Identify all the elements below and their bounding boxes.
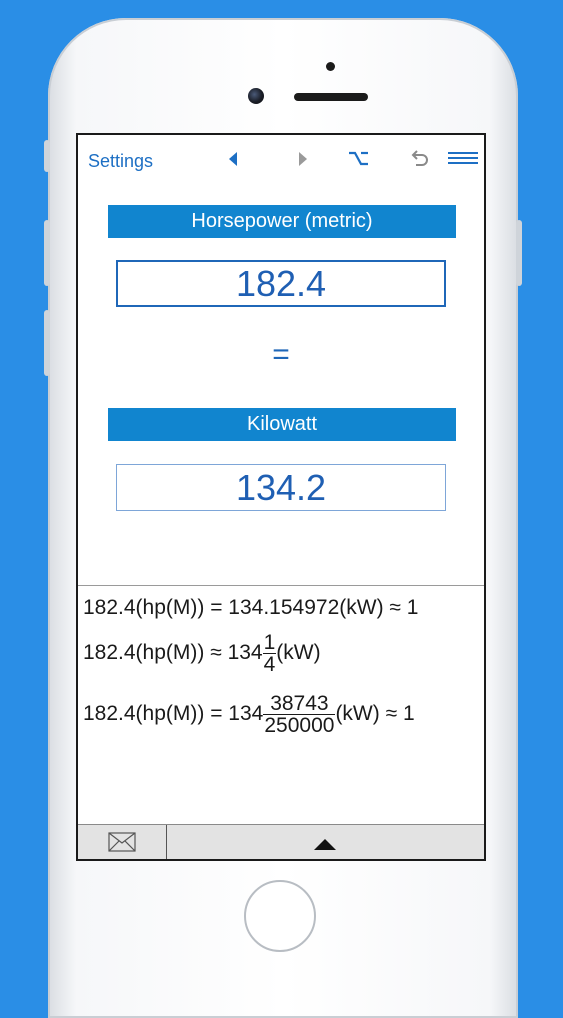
volume-down-button [44,310,50,376]
fraction-numerator: 38743 [270,692,329,715]
back-arrow-icon[interactable] [226,147,240,176]
sensor-dot [326,62,335,71]
mail-icon[interactable] [108,832,136,857]
earpiece-speaker [294,93,368,101]
result-exact-fraction: 182.4(hp(M)) = 134 38743 250000 (kW) ≈ 1 [83,693,415,736]
result-simple-fraction: 182.4(hp(M)) ≈ 134 1 4 (kW) [83,632,321,675]
result-exact-suffix: (kW) ≈ 1 [335,702,415,726]
settings-button[interactable]: Settings [88,151,153,172]
result-fraction-prefix: 182.4(hp(M)) ≈ 134 [83,641,263,665]
bottom-bar [78,824,484,859]
results-divider [78,585,484,586]
from-value-field[interactable]: 182.4 [116,260,446,307]
fraction-one-quarter: 14 [262,631,277,676]
result-fraction-unit: (kW) [276,641,321,665]
menu-icon[interactable] [448,147,478,176]
front-camera [248,88,264,104]
fraction-denominator: 4 [262,653,277,676]
expand-up-icon[interactable] [314,837,336,855]
home-button[interactable] [244,880,316,952]
volume-up-button [44,220,50,286]
option-key-icon[interactable] [348,147,370,176]
fraction-numerator: 1 [263,631,276,654]
equals-sign: = [272,338,290,371]
undo-icon[interactable] [408,147,430,176]
from-unit-header[interactable]: Horsepower (metric) [108,205,456,238]
bottom-bar-separator [166,825,167,859]
toolbar: Settings [78,135,484,187]
to-unit-header[interactable]: Kilowatt [108,408,456,441]
forward-arrow-icon[interactable] [296,147,310,176]
ringer-switch [44,140,50,172]
result-exact-prefix: 182.4(hp(M)) = 134 [83,702,264,726]
fraction-denominator: 250000 [263,714,336,737]
app-screen: Settings Horsepower (metric) 182.4 = Kil… [76,133,486,861]
to-value-field[interactable]: 134.2 [116,464,446,511]
result-decimal: 182.4(hp(M)) = 134.154972(kW) ≈ 1 [83,596,419,619]
fraction-exact: 38743 250000 [263,692,336,737]
power-button [516,220,522,286]
